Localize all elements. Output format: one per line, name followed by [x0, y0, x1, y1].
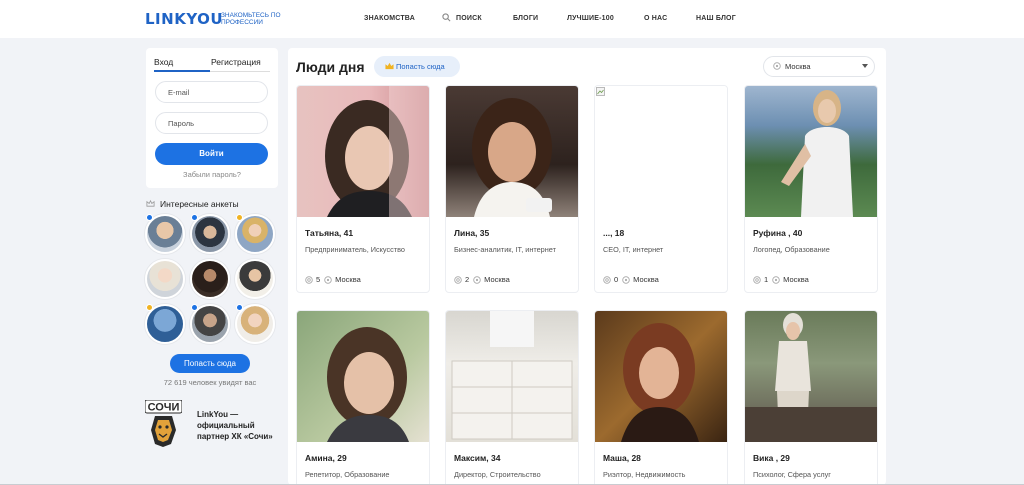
profile-city: Москва — [484, 275, 510, 284]
interesting-profiles-title: Интересные анкеты — [160, 199, 239, 209]
profile-name: Амина, 29 — [305, 453, 347, 463]
photo-icon — [305, 275, 313, 284]
profile-name: Максим, 34 — [454, 453, 501, 463]
get-featured-button[interactable]: Попасть сюда — [170, 354, 250, 373]
nav-search[interactable]: ПОИСК — [456, 15, 482, 22]
online-badge — [191, 304, 198, 311]
profile-photo[interactable] — [595, 311, 727, 442]
profile-name: Маша, 28 — [603, 453, 641, 463]
email-field[interactable]: E-mail — [155, 81, 268, 103]
online-badge — [191, 214, 198, 221]
profile-profession: Предприниматель, Искусство — [305, 245, 405, 254]
profile-meta: 0 Москва — [603, 275, 659, 284]
premium-badge — [236, 214, 243, 221]
online-badge — [146, 214, 153, 221]
profile-name: Руфина , 40 — [753, 228, 803, 238]
nav-dating[interactable]: ЗНАКОМСТВА — [364, 15, 415, 22]
avatar[interactable] — [145, 259, 185, 299]
photo-count: 0 — [614, 275, 619, 284]
tab-divider — [210, 71, 270, 72]
profile-card[interactable]: Руфина , 40 Логопед, Образование 1 Москв… — [744, 85, 878, 293]
avatar[interactable] — [190, 259, 230, 299]
search-icon[interactable] — [442, 13, 451, 22]
profile-photo[interactable] — [595, 86, 727, 217]
profile-photo[interactable] — [446, 86, 578, 217]
photo-icon — [603, 275, 611, 284]
chevron-down-icon[interactable] — [862, 64, 868, 68]
location-icon — [324, 275, 332, 284]
profile-photo[interactable] — [297, 311, 429, 442]
profile-card[interactable]: Татьяна, 41 Предприниматель, Искусство 5… — [296, 85, 430, 293]
profile-name: Лина, 35 — [454, 228, 490, 238]
hc-sochi-logo[interactable]: СОЧИ — [145, 400, 182, 448]
nav-our-blog[interactable]: НАШ БЛОГ — [696, 15, 736, 22]
page-title: Люди дня — [296, 59, 365, 75]
tab-login[interactable]: Вход — [154, 57, 173, 67]
profile-profession: CEO, IT, интернет — [603, 245, 664, 254]
photo-icon — [753, 275, 761, 284]
online-badge — [236, 304, 243, 311]
premium-badge — [146, 304, 153, 311]
crown-icon — [146, 199, 155, 207]
profile-photo[interactable] — [745, 311, 877, 442]
nav-top-100[interactable]: ЛУЧШИЕ-100 — [567, 15, 614, 22]
viewers-count: 72 619 человек увидят вас — [163, 378, 257, 387]
profile-card[interactable]: Маша, 28 Риэлтор, Недвижимость — [594, 310, 728, 485]
password-field[interactable]: Пароль — [155, 112, 268, 134]
profile-profession: Директор, Строительство — [454, 470, 541, 479]
profile-profession: Логопед, Образование — [753, 245, 830, 254]
crown-icon — [385, 62, 394, 70]
profile-meta: 2 Москва — [454, 275, 510, 284]
profile-profession: Репетитор, Образование — [305, 470, 390, 479]
nav-blogs[interactable]: БЛОГИ — [513, 15, 538, 22]
profile-name: ..., 18 — [603, 228, 625, 238]
logo-tagline: ЗНАКОМЬТЕСЬ ПО ПРОФЕССИИ — [221, 12, 281, 26]
photo-icon — [454, 275, 462, 284]
profile-name: Татьяна, 41 — [305, 228, 354, 238]
profile-card[interactable]: Вика , 29 Психолог, Сфера услуг — [744, 310, 878, 485]
profile-meta: 5 Москва — [305, 275, 361, 284]
profile-city: Москва — [633, 275, 659, 284]
avatar[interactable] — [235, 259, 275, 299]
profile-card[interactable]: Амина, 29 Репетитор, Образование — [296, 310, 430, 485]
broken-image-icon — [596, 87, 605, 96]
site-logo[interactable]: LINKYOU — [145, 10, 223, 28]
partner-logo-text: СОЧИ — [148, 402, 180, 414]
location-icon — [473, 275, 481, 284]
profile-name: Вика , 29 — [753, 453, 790, 463]
people-of-day-panel: Люди дня Попасть сюда Москва Татьяна, 41… — [288, 48, 886, 485]
profile-card[interactable]: Лина, 35 Бизнес-аналитик, IT, интернет 2… — [445, 85, 579, 293]
location-icon — [772, 275, 780, 284]
profile-city: Москва — [783, 275, 809, 284]
photo-count: 5 — [316, 275, 321, 284]
tab-register[interactable]: Регистрация — [211, 57, 261, 67]
partner-text: LinkYou — официальный партнер ХК «Сочи» — [197, 410, 273, 441]
forgot-password-link[interactable]: Забыли пароль? — [146, 170, 278, 179]
top-header: LINKYOU ЗНАКОМЬТЕСЬ ПО ПРОФЕССИИ ЗНАКОМС… — [0, 0, 1024, 38]
profile-city: Москва — [335, 275, 361, 284]
photo-count: 1 — [764, 275, 769, 284]
profile-meta: 1 Москва — [753, 275, 809, 284]
photo-count: 2 — [465, 275, 470, 284]
profile-card[interactable]: ..., 18 CEO, IT, интернет 0 Москва — [594, 85, 728, 293]
profile-photo[interactable] — [297, 86, 429, 217]
profile-photo[interactable] — [446, 311, 578, 442]
profile-profession: Риэлтор, Недвижимость — [603, 470, 686, 479]
nav-about[interactable]: О НАС — [644, 15, 667, 22]
location-icon — [622, 275, 630, 284]
location-icon — [773, 62, 781, 70]
login-card: Вход Регистрация E-mail Пароль Войти Заб… — [146, 48, 278, 188]
profile-profession: Бизнес-аналитик, IT, интернет — [454, 245, 556, 254]
profile-card[interactable]: Максим, 34 Директор, Строительство — [445, 310, 579, 485]
profile-profession: Психолог, Сфера услуг — [753, 470, 831, 479]
login-button[interactable]: Войти — [155, 143, 268, 165]
profile-photo[interactable] — [745, 86, 877, 217]
tab-active-indicator — [154, 70, 210, 72]
